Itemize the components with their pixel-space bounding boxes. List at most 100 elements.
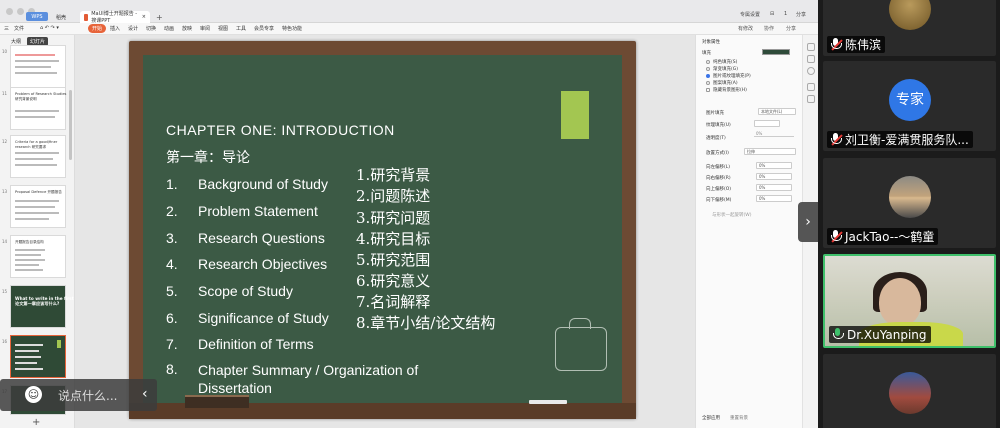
titlebar-item-share[interactable]: 分享 — [796, 11, 806, 18]
panel-collapse-icon[interactable]: › — [798, 202, 818, 242]
menu-file[interactable]: 文件 — [14, 25, 24, 32]
participant-avatar: 专家 — [889, 79, 931, 121]
menu-design[interactable]: 设计 — [128, 25, 138, 32]
fill-option-solid[interactable]: 纯色填充(S) — [713, 59, 737, 65]
transparency-slider[interactable] — [754, 136, 794, 137]
ribbon-modified[interactable]: 有修改 — [738, 25, 753, 32]
offset-down-input[interactable]: 0% — [756, 195, 792, 202]
fill-option-gradient[interactable]: 渐变填充(G) — [713, 66, 738, 72]
chalk-icon — [529, 400, 567, 404]
titlebar-item-settings[interactable]: 专属设置 — [740, 11, 760, 18]
slide-thumbnail-11[interactable]: Problem of Research Studies 研究背景说明 — [10, 87, 66, 130]
menu-hamburger-icon[interactable]: 三 — [4, 25, 9, 32]
thumb-number: 12 — [2, 139, 8, 144]
zh-list-item: 4.研究目标 — [356, 230, 431, 248]
add-slide-button[interactable]: + — [32, 417, 40, 428]
minimize-window-icon[interactable] — [17, 8, 24, 15]
titlebar-item-layout[interactable]: ⊟ — [770, 11, 774, 17]
new-tab-button[interactable]: + — [152, 11, 167, 23]
offset-left-input[interactable]: 0% — [756, 162, 792, 169]
zh-list-item: 2.问题陈述 — [356, 187, 431, 205]
zh-list-item: 8.章节小结/论文结构 — [356, 314, 496, 332]
participant-tile-active-speaker[interactable]: Dr.XuYanping — [823, 254, 996, 348]
tile-mode-select[interactable]: 拉伸 — [744, 148, 796, 155]
slide-thumbnail-15[interactable]: What to write in the first chapter? 论文第一… — [10, 285, 96, 328]
menu-view[interactable]: 视图 — [218, 25, 228, 32]
tab-close-icon[interactable]: × — [142, 14, 146, 20]
list-item: 4. Research Objectives — [166, 256, 328, 272]
participant-tile[interactable]: JackTao--～鹤童 — [823, 158, 996, 248]
menu-animation[interactable]: 动画 — [164, 25, 174, 32]
menu-home[interactable]: 开始 — [88, 24, 107, 33]
radio-picture-fill[interactable] — [706, 74, 710, 78]
zh-list-item: 7.名词解释 — [356, 293, 431, 311]
fill-option-hide-bg[interactable]: 隐藏背景图形(H) — [713, 87, 747, 93]
participant-tile[interactable] — [823, 354, 996, 428]
offset-right-input[interactable]: 0% — [756, 173, 792, 180]
chat-input-bar[interactable]: ☺ 说点什么... ‹ — [0, 379, 157, 411]
slide-thumbnail-13[interactable]: Proposal Defence 开题报告 — [10, 185, 66, 228]
radio-pattern-fill[interactable] — [706, 81, 710, 85]
list-item: 8. Chapter Summary / Organization of Diss… — [166, 361, 419, 396]
participant-tile[interactable]: 陈伟滨 — [823, 0, 996, 56]
tab-document-label: MaUI博士开题报告 - 搜课PPT — [91, 11, 138, 24]
participant-tile[interactable]: 专家 刘卫衡-爱满贯服务队... — [823, 61, 996, 151]
titlebar-item-count[interactable]: 1 — [784, 11, 787, 17]
checkbox-hide-background[interactable] — [706, 88, 710, 92]
mic-muted-icon — [830, 133, 843, 146]
ribbon-share[interactable]: 分享 — [786, 25, 796, 32]
rotate-with-shape-option[interactable]: 与形状一起旋转(W) — [712, 212, 751, 218]
slide-thumbnail-panel: 大纲 幻灯片 10 11 Problem of Research Studies… — [0, 35, 96, 428]
menu-tools[interactable]: 工具 — [236, 25, 246, 32]
chat-placeholder[interactable]: 说点什么... — [58, 387, 117, 404]
slide-thumbnail-16[interactable] — [10, 335, 66, 378]
menu-features[interactable]: 特色功能 — [282, 25, 302, 32]
close-window-icon[interactable] — [6, 8, 13, 15]
participant-avatar — [889, 372, 931, 414]
circle-tool-icon[interactable] — [807, 67, 815, 75]
apply-all-button[interactable]: 全部应用 — [702, 415, 720, 421]
chat-collapse-icon[interactable]: ‹ — [142, 386, 148, 402]
tab-wps[interactable]: WPS — [26, 12, 48, 21]
fill-section-header[interactable]: 填充 — [702, 50, 711, 56]
slide-thumbnail-10[interactable] — [10, 45, 66, 88]
format-tool-icon[interactable] — [807, 83, 815, 91]
fill-color-swatch[interactable] — [762, 49, 790, 55]
transparency-label: 透明度(T) — [706, 136, 726, 141]
reset-background-button[interactable]: 重置背景 — [730, 415, 748, 421]
fill-option-pattern[interactable]: 图案填充(A) — [713, 80, 738, 86]
menu-review[interactable]: 审阅 — [200, 25, 210, 32]
offset-up-input[interactable]: 0% — [756, 184, 792, 191]
thumb-number: 15 — [2, 289, 8, 294]
image-fill-select[interactable]: 本地文件(L) — [758, 108, 796, 115]
thumb-title: Proposal Defence 开题报告 — [15, 190, 62, 194]
menu-transition[interactable]: 切换 — [146, 25, 156, 32]
radio-gradient-fill[interactable] — [706, 67, 710, 71]
slide-thumbnail-12[interactable]: Criteria for a good/finer research 研究要求 — [10, 135, 66, 178]
participant-name-bar: Dr.XuYanping — [829, 326, 931, 343]
transparency-value: 0% — [756, 131, 763, 136]
shape-tool-icon[interactable] — [807, 55, 815, 63]
offset-up-label: 向上偏移(O) — [706, 187, 732, 192]
ribbon-collaborate[interactable]: 协作 — [764, 25, 774, 32]
menu-member[interactable]: 会员专享 — [254, 25, 274, 32]
emoji-icon[interactable]: ☺ — [25, 386, 42, 403]
layout-tool-icon[interactable] — [807, 95, 815, 103]
properties-tool-icon[interactable] — [807, 43, 815, 51]
ribbon-menu: 三 文件 ⌂ ↶ ↷ ▾ 开始 插入 设计 切换 动画 放映 审阅 视图 工具 … — [0, 23, 818, 35]
schoolbag-icon — [555, 318, 607, 371]
texture-select[interactable] — [754, 120, 780, 127]
menu-slideshow[interactable]: 放映 — [182, 25, 192, 32]
fill-option-picture[interactable]: 图片或纹理填充(P) — [713, 73, 751, 79]
menu-toolbar-icons[interactable]: ⌂ ↶ ↷ ▾ — [40, 25, 59, 31]
slide-thumbnail-14[interactable]: 开题报告目录结构 — [10, 235, 66, 278]
tab-document[interactable]: MaUI博士开题报告 - 搜课PPT × — [80, 11, 150, 24]
zh-list-item: 5.研究范围 — [356, 251, 431, 269]
menu-insert[interactable]: 插入 — [110, 25, 120, 32]
thumbnail-scrollbar[interactable] — [69, 90, 72, 160]
tab-home[interactable]: 稻壳 — [52, 11, 70, 23]
radio-solid-fill[interactable] — [706, 60, 710, 64]
list-item: 7. Definition of Terms — [166, 336, 314, 352]
list-item: 1. Background of Study — [166, 176, 328, 192]
chalkboard[interactable]: CHAPTER ONE: INTRODUCTION 第一章：导论 1. Backg… — [143, 55, 622, 404]
